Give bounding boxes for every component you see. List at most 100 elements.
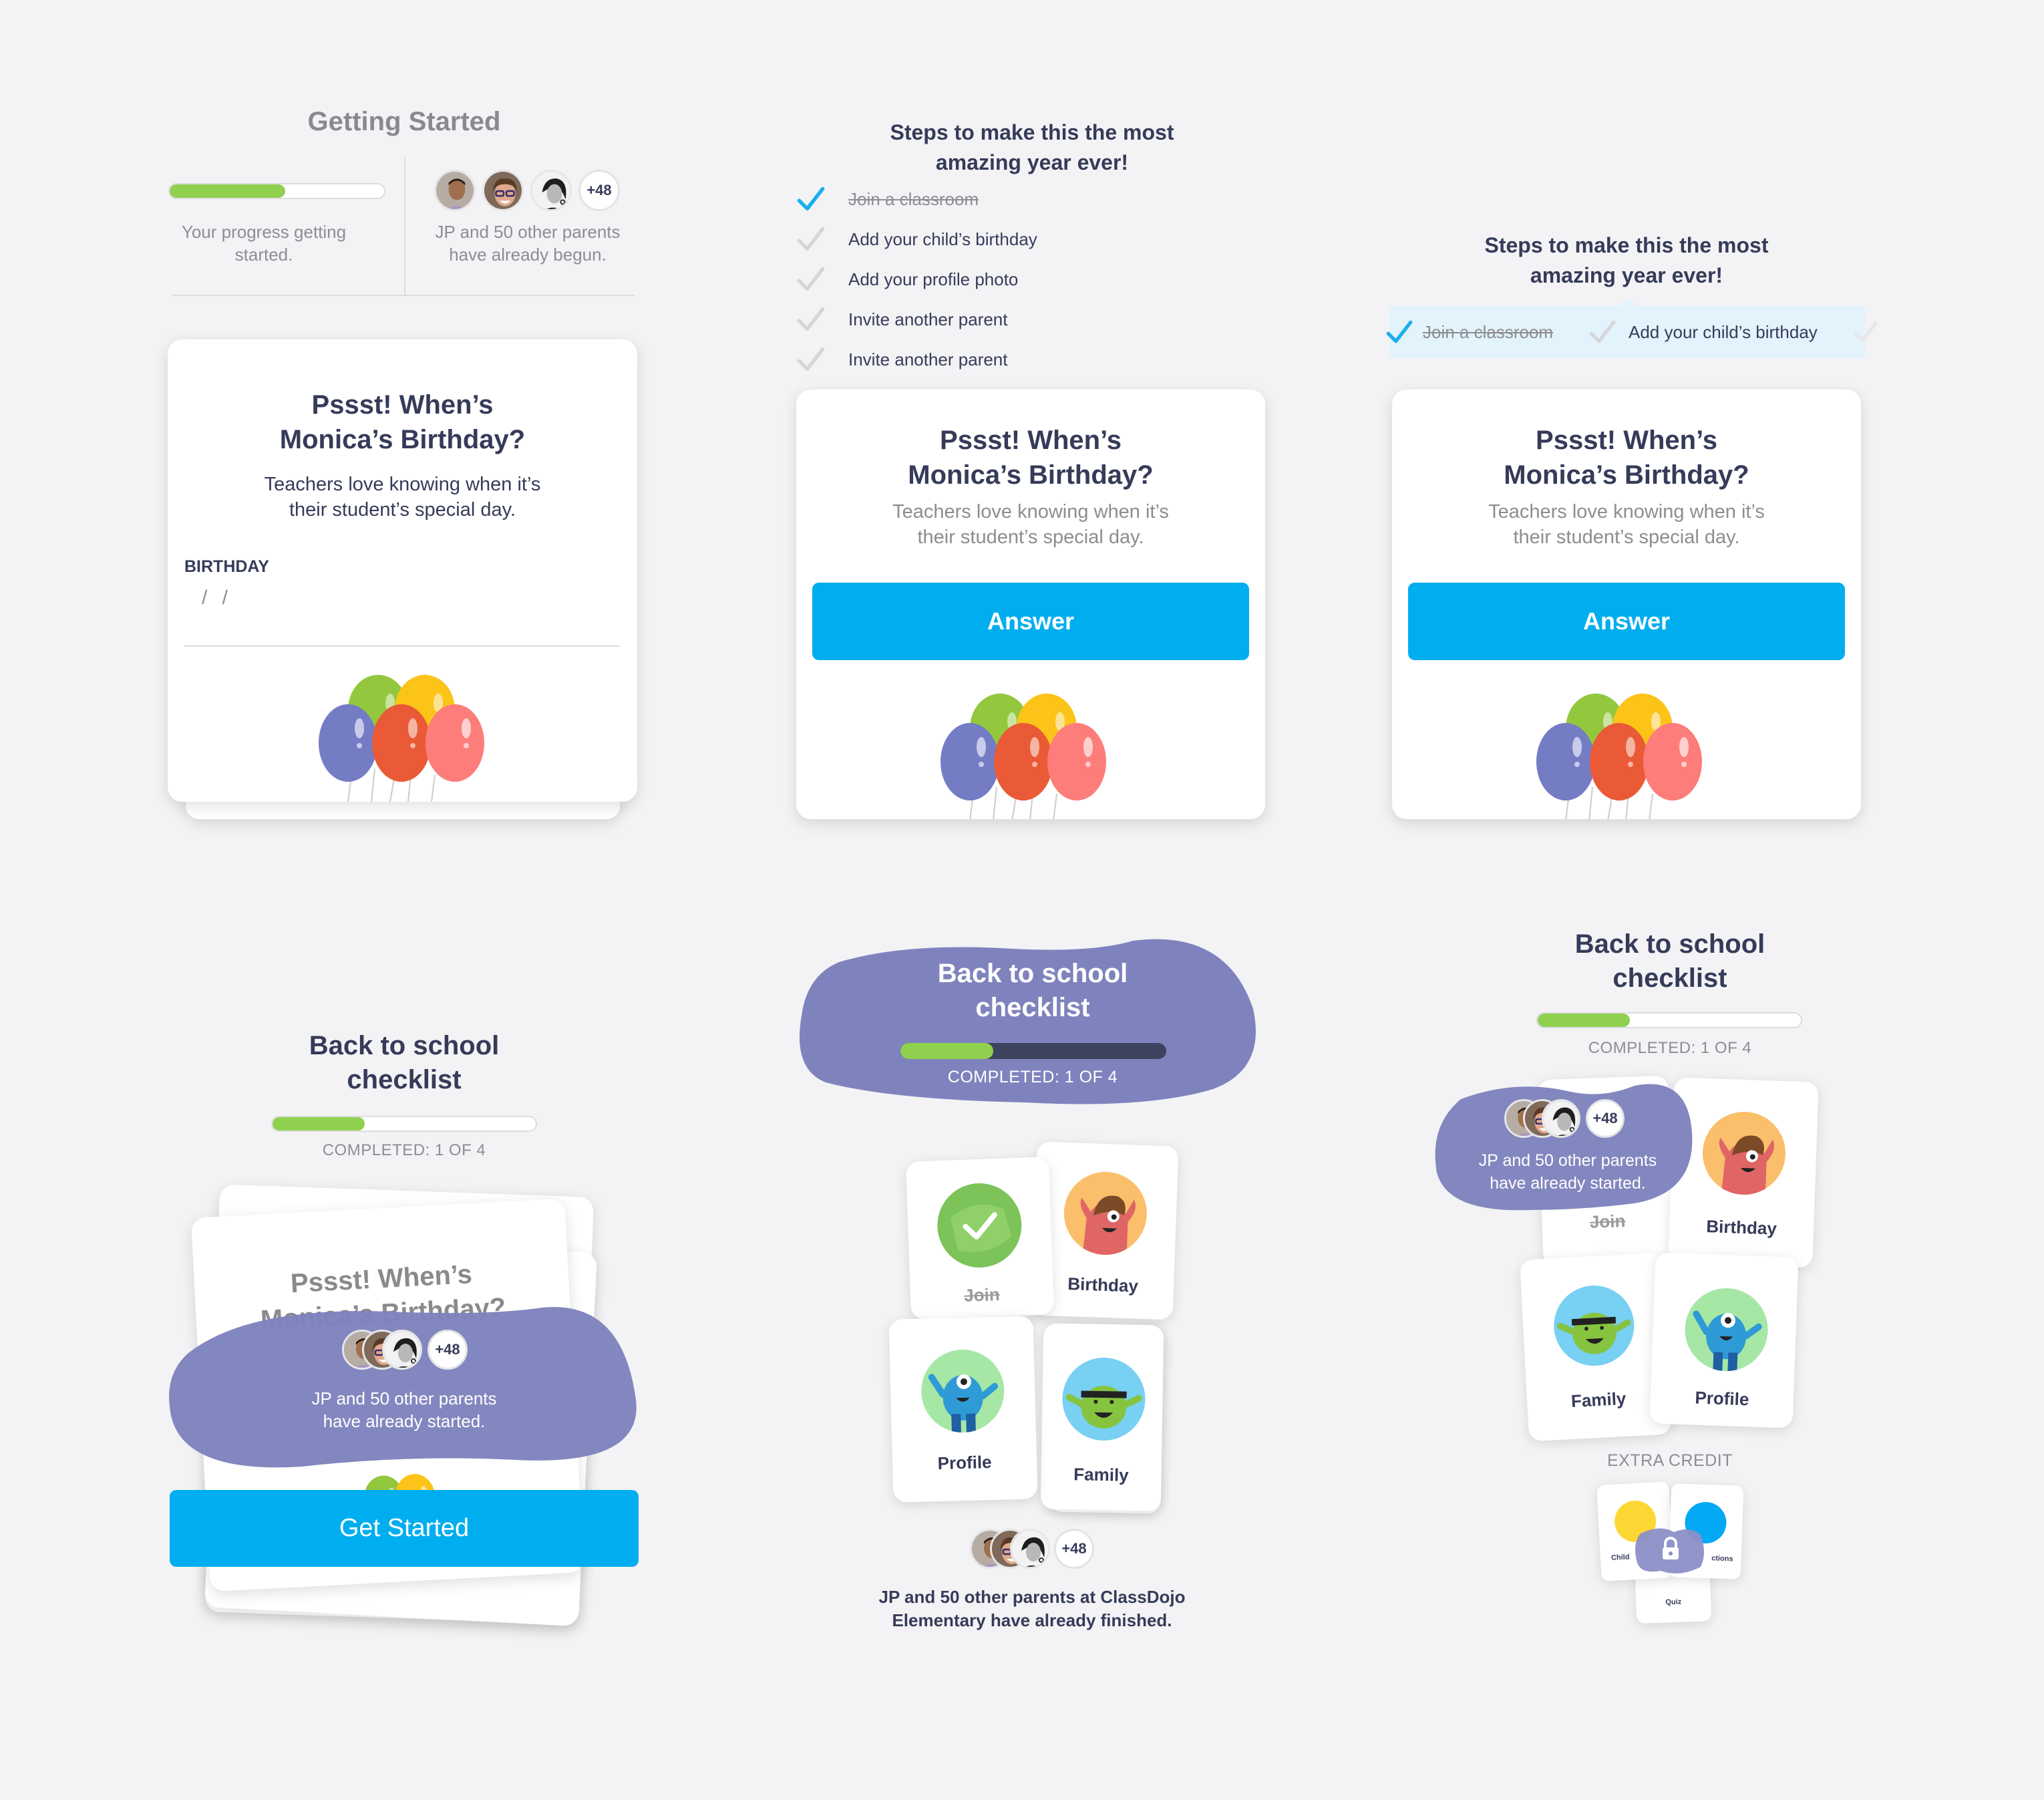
card-title-line2: Monica’s Birthday? xyxy=(908,460,1154,490)
family-monster-icon xyxy=(1552,1284,1637,1368)
checklist-title-line2: checklist xyxy=(975,993,1090,1022)
strip-step-1[interactable]: Join a classroom xyxy=(1385,318,1553,346)
avatar-group: +48 xyxy=(970,1529,1130,1573)
birthday-card: Pssst! When’s Monica’s Birthday? Teacher… xyxy=(1392,390,1861,819)
step-item[interactable]: Join a classroom xyxy=(796,184,979,214)
steps-strip[interactable]: Join a classroom Add your child’s birthd… xyxy=(1389,298,1865,358)
checklist-title-line1: Back to school xyxy=(937,959,1128,988)
step-item[interactable]: Add your profile photo xyxy=(796,265,1018,294)
family-monster-icon xyxy=(1061,1356,1146,1442)
task-tile-family[interactable]: Family xyxy=(1040,1323,1164,1511)
checklist-title-line2: checklist xyxy=(1612,963,1727,993)
more-parents-badge[interactable]: +48 xyxy=(1586,1099,1625,1138)
check-icon xyxy=(1853,319,1878,345)
steps-heading-line2: amazing year ever! xyxy=(1530,263,1723,287)
progress-bar xyxy=(168,183,385,199)
avatar xyxy=(482,170,524,211)
blob-caption-line2: have already started. xyxy=(323,1411,486,1431)
card-subtitle-line2: their student’s special day. xyxy=(1513,527,1740,548)
check-icon xyxy=(796,184,826,214)
tile-label: Family xyxy=(1570,1388,1627,1412)
checklist-title-line1: Back to school xyxy=(309,1031,500,1060)
tile-label: Quiz xyxy=(1665,1598,1682,1607)
tile-label: Profile xyxy=(937,1451,992,1474)
step-label: Add your profile photo xyxy=(848,269,1019,289)
card-subtitle-line1: Teachers love knowing when it’s xyxy=(264,474,541,495)
strip-step-2[interactable]: Add your child’s birthday xyxy=(1588,318,1818,346)
card-subtitle-line1: Teachers love knowing when it’s xyxy=(1488,501,1765,522)
tile-label: Join xyxy=(963,1284,1001,1306)
balloons-illustration xyxy=(933,687,1134,819)
avatar-group: +48 xyxy=(434,170,621,216)
more-parents-badge[interactable]: +48 xyxy=(578,170,620,211)
get-started-button[interactable]: Get Started xyxy=(170,1490,639,1567)
task-tile-profile[interactable]: Profile xyxy=(888,1316,1038,1503)
progress-fill xyxy=(273,1117,365,1131)
check-icon xyxy=(1385,318,1413,346)
getting-started-title: Getting Started xyxy=(307,107,501,136)
steps-heading-line1: Steps to make this the most xyxy=(890,120,1174,144)
steps-heading: Steps to make this the most amazing year… xyxy=(835,118,1229,178)
blob-caption-line1: JP and 50 other parents xyxy=(1478,1151,1657,1170)
profile-monster-icon xyxy=(1683,1286,1769,1373)
progress-fill xyxy=(170,184,286,198)
card-subtitle-line2: their student’s special day. xyxy=(917,527,1144,548)
answer-button[interactable]: Answer xyxy=(1408,583,1845,660)
task-tile-join[interactable]: Join xyxy=(905,1157,1055,1320)
check-icon xyxy=(1588,318,1616,346)
checklist-title-line2: checklist xyxy=(347,1065,462,1094)
check-icon xyxy=(796,265,826,294)
step-label: Add your child’s birthday xyxy=(848,229,1037,249)
step-label: Add your child’s birthday xyxy=(1629,321,1818,342)
more-parents-badge[interactable]: +48 xyxy=(1054,1529,1094,1569)
avatar xyxy=(434,170,476,211)
checklist-title: Back to school checklist xyxy=(1503,927,1837,996)
extra-credit-label: EXTRA CREDIT xyxy=(1607,1451,1733,1470)
progress-fill xyxy=(900,1043,994,1059)
footer-caption-line2: Elementary have already finished. xyxy=(892,1610,1172,1630)
answer-button[interactable]: Answer xyxy=(812,583,1249,660)
strip-pointer xyxy=(1621,298,1637,306)
card-subtitle-line1: Teachers love knowing when it’s xyxy=(892,501,1169,522)
horizontal-divider xyxy=(172,295,635,296)
birthday-input[interactable]: / / xyxy=(184,587,620,647)
balloons-illustration xyxy=(1529,687,1729,819)
card-title-line2: Monica’s Birthday? xyxy=(1504,460,1749,490)
checklist-title-line1: Back to school xyxy=(1574,929,1765,959)
step-label: Invite another parent xyxy=(848,309,1008,329)
card-title-line1: Pssst! When’s xyxy=(1536,426,1717,455)
avatar-group: +48 xyxy=(1504,1099,1638,1139)
birthday-monster-icon xyxy=(1701,1110,1787,1197)
step-label: Join a classroom xyxy=(848,188,979,209)
checklist-title: Back to school checklist xyxy=(866,957,1200,1025)
completed-label: COMPLETED: 1 OF 4 xyxy=(947,1068,1118,1086)
parents-caption: JP and 50 other parents have already beg… xyxy=(435,222,621,265)
unicorn-check-icon xyxy=(936,1181,1023,1269)
card-title-line1: Pssst! When’s xyxy=(311,390,494,420)
steps-heading: Steps to make this the most amazing year… xyxy=(1429,231,1824,291)
balloons-illustration xyxy=(311,668,512,802)
avatar xyxy=(530,170,572,211)
step-label: Invite another parent xyxy=(848,349,1008,369)
footer-caption: JP and 50 other parents at ClassDojo Ele… xyxy=(832,1586,1232,1632)
task-tile-family[interactable]: Family xyxy=(1520,1252,1672,1442)
more-parents-badge[interactable]: +48 xyxy=(428,1330,468,1370)
check-icon xyxy=(796,345,826,374)
step-item[interactable]: Add your child’s birthday xyxy=(796,224,1037,254)
card-title-line2: Monica’s Birthday? xyxy=(279,425,526,454)
avatar xyxy=(1542,1099,1580,1138)
progress-bar xyxy=(900,1043,1166,1059)
progress-bar xyxy=(271,1116,537,1132)
step-item[interactable]: Invite another parent xyxy=(796,305,1008,334)
birthday-card: Pssst! When’s Monica’s Birthday? Teacher… xyxy=(796,390,1265,819)
footer-caption-line1: JP and 50 other parents at ClassDojo xyxy=(878,1587,1186,1607)
task-tile-profile[interactable]: Profile xyxy=(1649,1252,1799,1429)
check-icon xyxy=(796,224,826,254)
blob-caption: JP and 50 other parents have already sta… xyxy=(237,1387,571,1433)
steps-heading-line1: Steps to make this the most xyxy=(1484,233,1769,257)
step-item[interactable]: Invite another parent xyxy=(796,345,1008,374)
checklist-title: Back to school checklist xyxy=(237,1029,571,1097)
progress-bar xyxy=(1536,1012,1802,1028)
blob-caption-line1: JP and 50 other parents xyxy=(311,1388,497,1408)
blob-caption: JP and 50 other parents have already sta… xyxy=(1441,1149,1695,1195)
